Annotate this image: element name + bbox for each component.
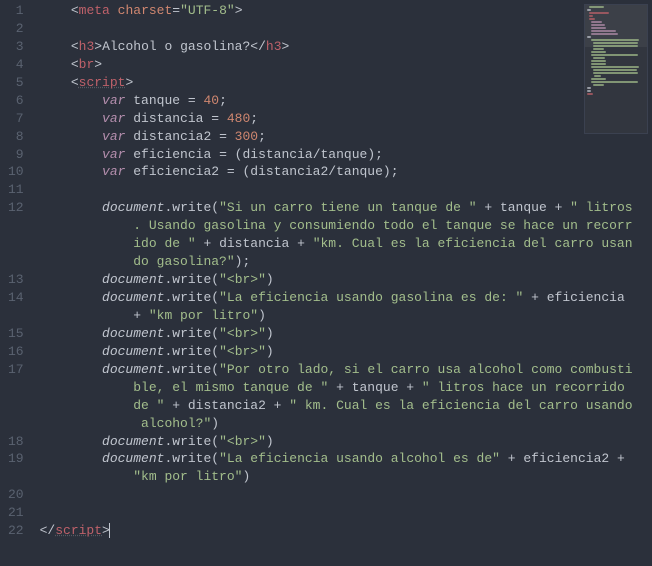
code-line[interactable]: document.write("<br>") — [40, 325, 652, 343]
code-line[interactable]: . Usando gasolina y consumiendo todo el … — [40, 217, 652, 235]
line-number: 22 — [8, 522, 28, 540]
line-number: 18 — [8, 433, 28, 451]
minimap-line — [587, 90, 591, 92]
code-line[interactable] — [40, 20, 652, 38]
minimap-line — [593, 57, 605, 59]
line-number: 17 — [8, 361, 28, 379]
code-line[interactable]: var tanque = 40; — [40, 92, 652, 110]
minimap-line — [587, 87, 591, 89]
line-number: 19 — [8, 450, 28, 468]
line-number: 20 — [8, 486, 28, 504]
minimap-line — [591, 54, 638, 56]
line-number: 8 — [8, 128, 28, 146]
code-line[interactable]: var distancia = 480; — [40, 110, 652, 128]
code-line[interactable]: <h3>Alcohol o gasolina?</h3> — [40, 38, 652, 56]
code-line[interactable]: ble, el mismo tanque de " + tanque + " l… — [40, 379, 652, 397]
line-number: 2 — [8, 20, 28, 38]
text-cursor — [109, 523, 110, 539]
code-line[interactable]: alcohol?") — [40, 415, 652, 433]
line-number-gutter: 123456789101112 1314 151617 1819 202122 — [0, 0, 36, 566]
code-line[interactable] — [40, 486, 652, 504]
line-number: 21 — [8, 504, 28, 522]
minimap-line — [589, 12, 609, 14]
line-number — [8, 235, 28, 253]
minimap-line — [593, 72, 638, 74]
minimap-line — [594, 75, 601, 77]
minimap-line — [591, 24, 605, 26]
line-number — [8, 415, 28, 433]
code-line[interactable]: document.write("<br>") — [40, 271, 652, 289]
code-line[interactable]: var distancia2 = 300; — [40, 128, 652, 146]
line-number — [8, 397, 28, 415]
line-number — [8, 307, 28, 325]
code-line[interactable]: <br> — [40, 56, 652, 74]
minimap-line — [591, 51, 606, 53]
minimap-line — [591, 30, 616, 32]
code-line[interactable]: + "km por litro") — [40, 307, 652, 325]
line-number — [8, 217, 28, 235]
minimap-line — [593, 48, 604, 50]
minimap-line — [591, 60, 606, 62]
code-line[interactable]: </script> — [40, 522, 652, 540]
line-number: 15 — [8, 325, 28, 343]
code-line[interactable]: document.write("Por otro lado, si el car… — [40, 361, 652, 379]
line-number — [8, 253, 28, 271]
code-line[interactable]: document.write("<br>") — [40, 433, 652, 451]
minimap-line — [587, 36, 591, 38]
code-editor: 123456789101112 1314 151617 1819 202122 … — [0, 0, 652, 566]
code-line[interactable]: document.write("La eficiencia usando gas… — [40, 289, 652, 307]
line-number: 10 — [8, 163, 28, 181]
minimap-line — [587, 93, 593, 95]
line-number: 9 — [8, 146, 28, 164]
minimap-line — [591, 21, 602, 23]
minimap-line — [591, 81, 638, 83]
minimap-line — [593, 84, 604, 86]
line-number: 4 — [8, 56, 28, 74]
code-line[interactable]: var eficiencia = (distancia/tanque); — [40, 146, 652, 164]
minimap-line — [593, 45, 638, 47]
code-line[interactable]: document.write("<br>") — [40, 343, 652, 361]
code-line[interactable]: "km por litro") — [40, 468, 652, 486]
line-number: 1 — [8, 2, 28, 20]
minimap-line — [591, 33, 618, 35]
minimap-line — [591, 66, 639, 68]
line-number: 6 — [8, 92, 28, 110]
line-number: 5 — [8, 74, 28, 92]
code-line[interactable]: ido de " + distancia + "km. Cual es la e… — [40, 235, 652, 253]
minimap-line — [589, 18, 595, 20]
line-number — [8, 379, 28, 397]
code-line[interactable]: <meta charset="UTF-8"> — [40, 2, 652, 20]
minimap-line — [591, 78, 606, 80]
minimap-line — [591, 27, 606, 29]
minimap[interactable] — [584, 4, 648, 134]
code-line[interactable]: document.write("Si un carro tiene un tan… — [40, 199, 652, 217]
code-line[interactable]: do gasolina?"); — [40, 253, 652, 271]
line-number: 3 — [8, 38, 28, 56]
minimap-line — [593, 69, 637, 71]
code-line[interactable] — [40, 181, 652, 199]
code-line[interactable]: de " + distancia2 + " km. Cual es la efi… — [40, 397, 652, 415]
line-number — [8, 468, 28, 486]
code-line[interactable] — [40, 504, 652, 522]
minimap-line — [591, 63, 606, 65]
minimap-line — [589, 6, 604, 8]
line-number: 12 — [8, 199, 28, 217]
line-number: 16 — [8, 343, 28, 361]
minimap-line — [587, 9, 591, 11]
code-line[interactable]: var eficiencia2 = (distancia2/tanque); — [40, 163, 652, 181]
minimap-line — [593, 42, 638, 44]
code-line[interactable]: <script> — [40, 74, 652, 92]
line-number: 13 — [8, 271, 28, 289]
line-number: 11 — [8, 181, 28, 199]
line-number: 7 — [8, 110, 28, 128]
code-area[interactable]: <meta charset="UTF-8"> <h3>Alcohol o gas… — [36, 0, 652, 566]
line-number: 14 — [8, 289, 28, 307]
minimap-line — [591, 39, 639, 41]
minimap-line — [589, 15, 593, 17]
code-line[interactable]: document.write("La eficiencia usando alc… — [40, 450, 652, 468]
